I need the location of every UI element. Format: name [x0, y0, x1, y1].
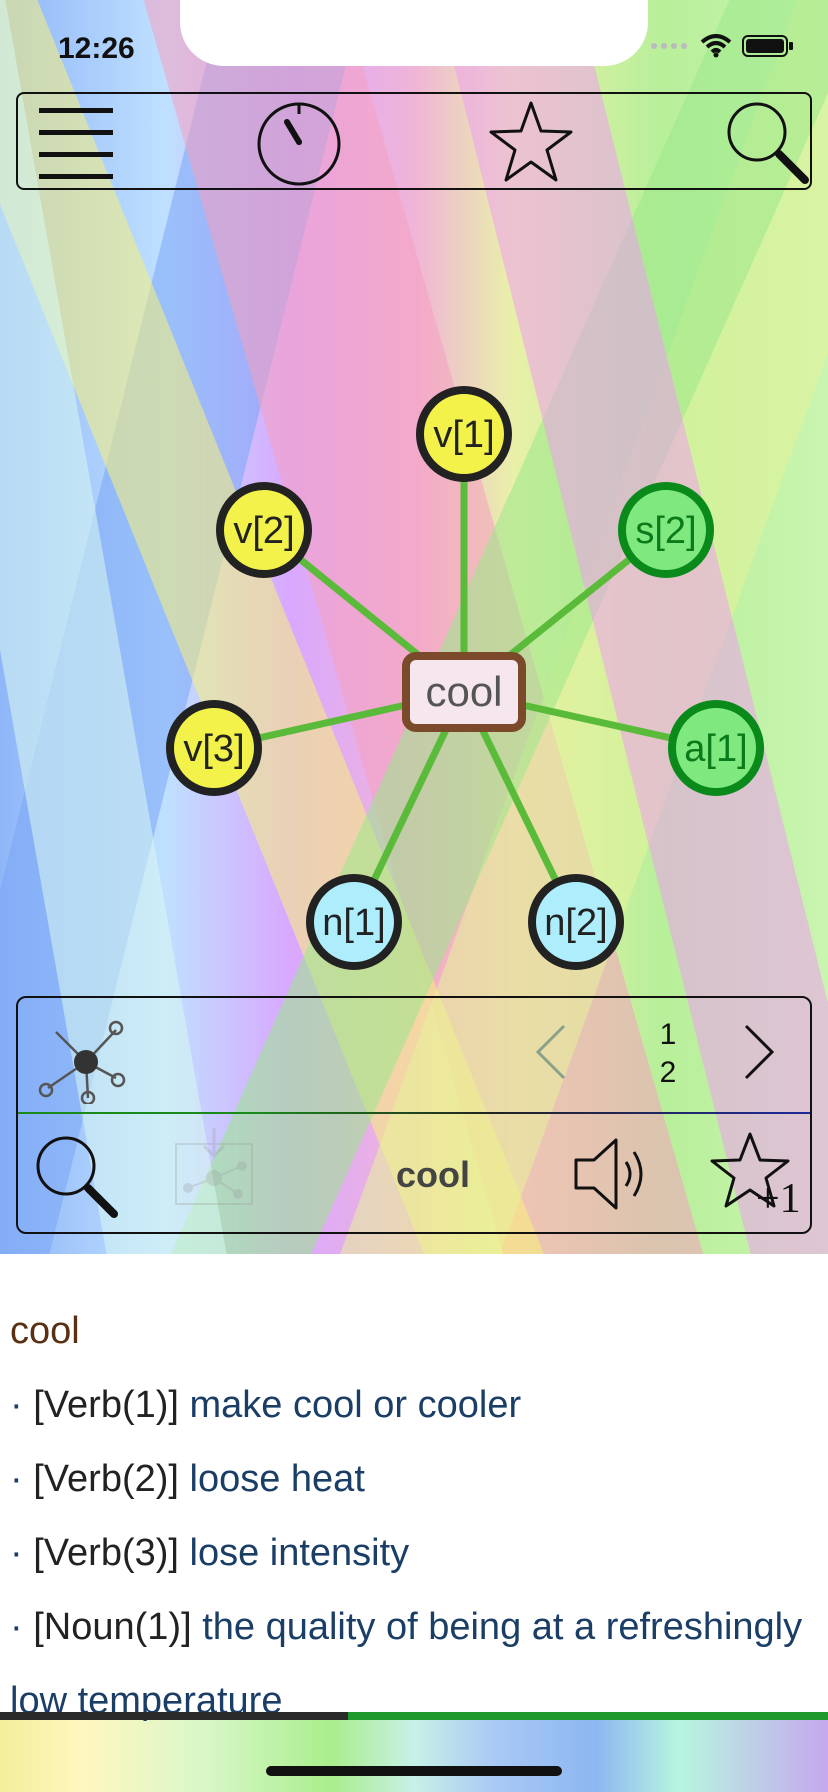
definitions-list: cool · [Verb(1)] make cool or cooler · […	[10, 1294, 818, 1738]
graph-center-node[interactable]: cool	[402, 652, 526, 732]
graph-view-button[interactable]	[30, 1008, 140, 1106]
graph-node[interactable]: v[1]	[416, 386, 512, 482]
definition-entry: · [Verb(1)] make cool or cooler	[10, 1384, 522, 1426]
status-bar: 12:26	[0, 0, 828, 96]
word-graph: v[1] v[2] s[2] v[3] a[1] n[1] n[2] cool	[166, 386, 764, 970]
definition-tag: [Verb(1)]	[33, 1384, 179, 1426]
definition-text: lose intensity	[189, 1532, 410, 1574]
definition-entry: · [Verb(3)] lose intensity	[10, 1532, 410, 1574]
search-icon	[727, 102, 809, 184]
graph-node-label: n[1]	[322, 902, 385, 944]
add-favorite-button[interactable]: +1	[710, 1130, 802, 1222]
status-icons	[650, 34, 794, 58]
definition-entry: · [Verb(2)] loose heat	[10, 1458, 365, 1500]
panel-top-row: 1 2	[18, 998, 810, 1112]
current-word: cool	[395, 1154, 470, 1195]
definition-text: make cool or cooler	[189, 1384, 522, 1426]
graph-node-label: v[1]	[433, 414, 494, 456]
graph-node[interactable]: n[1]	[306, 874, 402, 970]
graph-center-label: cool	[425, 668, 502, 715]
control-panel: 1 2 cool +1	[16, 996, 812, 1234]
timer-icon	[257, 102, 341, 186]
star-plus-one-icon: +1	[710, 1132, 801, 1222]
graph-node-label: a[1]	[684, 728, 747, 770]
import-graph-icon	[175, 1128, 253, 1205]
notch	[180, 0, 648, 66]
search-icon	[36, 1136, 118, 1218]
graph-node-label: s[2]	[635, 510, 696, 552]
menu-icon	[39, 108, 113, 179]
timer-button[interactable]	[244, 94, 354, 190]
previous-page-button[interactable]	[530, 1020, 590, 1092]
graph-node[interactable]: n[2]	[528, 874, 624, 970]
home-indicator[interactable]	[266, 1766, 562, 1776]
page-current: 1	[659, 1018, 677, 1051]
graph-node[interactable]: s[2]	[618, 482, 714, 578]
reading-progress-fill	[0, 1712, 348, 1720]
graph-node-label: v[3]	[183, 728, 244, 770]
status-time: 12:26	[58, 32, 135, 65]
graph-node-label: v[2]	[233, 510, 294, 552]
graph-node-label: n[2]	[544, 902, 607, 944]
speaker-icon	[574, 1138, 643, 1210]
page-indicator: 1 2	[638, 1016, 698, 1092]
panel-bottom-row: cool +1	[18, 1114, 810, 1234]
next-page-button[interactable]	[740, 1020, 800, 1092]
wifi-icon	[700, 34, 732, 58]
cellular-signal-icon	[651, 43, 687, 49]
graph-node[interactable]: v[2]	[216, 482, 312, 578]
page-total: 2	[659, 1056, 677, 1089]
definition-tag: [Noun(1)]	[33, 1606, 192, 1648]
definition-tag: [Verb(2)]	[33, 1458, 179, 1500]
top-toolbar	[16, 92, 812, 190]
definition-headword: cool	[10, 1310, 80, 1352]
speak-button[interactable]	[572, 1132, 658, 1216]
import-graph-button[interactable]	[172, 1128, 256, 1208]
graph-node[interactable]: a[1]	[668, 700, 764, 796]
menu-button[interactable]	[20, 94, 130, 190]
battery-icon	[742, 35, 793, 57]
graph-node[interactable]: v[3]	[166, 700, 262, 796]
chevron-left-icon	[535, 1024, 566, 1080]
chevron-right-icon	[744, 1024, 775, 1080]
definition-tag: [Verb(3)]	[33, 1532, 179, 1574]
lookup-button[interactable]	[34, 1134, 124, 1224]
network-graph-icon	[38, 1020, 126, 1106]
svg-text:+1: +1	[756, 1176, 801, 1218]
definition-text: loose heat	[189, 1458, 365, 1500]
search-button[interactable]	[712, 94, 822, 190]
star-icon	[489, 101, 573, 182]
favorites-button[interactable]	[476, 94, 586, 190]
reading-progress-bar	[0, 1712, 828, 1720]
